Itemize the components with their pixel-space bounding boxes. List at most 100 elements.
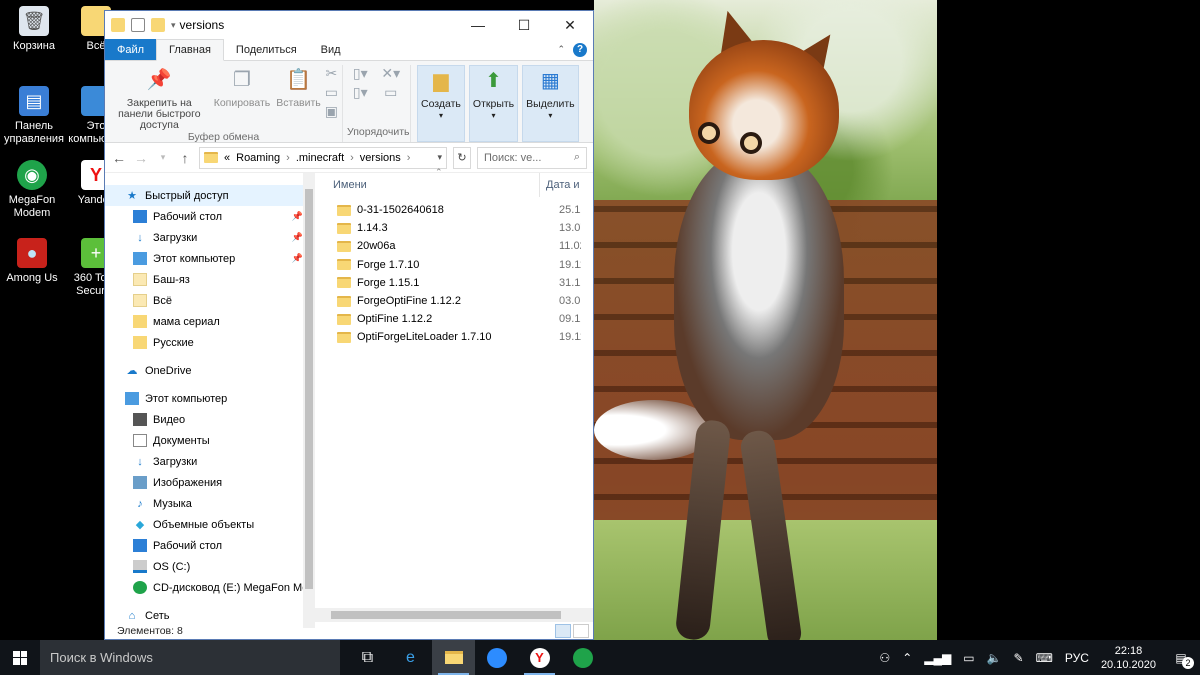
recent-locations-icon[interactable]: ▾ bbox=[155, 152, 171, 163]
nav-item-desktop[interactable]: Рабочий стол 📌 bbox=[105, 206, 315, 227]
customize-toolbar-icon[interactable]: ▾ bbox=[171, 20, 176, 31]
file-row[interactable]: OptiForgeLiteLoader 1.7.10 19.11.2 bbox=[315, 328, 593, 346]
forward-button[interactable]: → bbox=[133, 150, 149, 166]
copy-to-icon[interactable]: ▯▾ bbox=[353, 84, 368, 101]
title-bar[interactable]: ▾ versions — ☐ ✕ bbox=[105, 11, 593, 39]
maximize-button[interactable]: ☐ bbox=[501, 11, 547, 39]
create-button[interactable]: ▆ Создать ▾ bbox=[417, 65, 465, 142]
nav-quick-access[interactable]: ★ Быстрый доступ bbox=[105, 185, 315, 206]
column-name[interactable]: Имени bbox=[315, 173, 540, 197]
select-button[interactable]: ▦ Выделить ▾ bbox=[522, 65, 579, 142]
nav-item-vse[interactable]: Всё bbox=[105, 290, 315, 311]
large-icons-view-button[interactable] bbox=[573, 624, 589, 638]
nav-item-russkie[interactable]: Русские bbox=[105, 332, 315, 353]
nav-scrollbar[interactable] bbox=[303, 173, 315, 628]
file-row[interactable]: 0-31-1502640618 25.12.2 bbox=[315, 201, 593, 219]
help-icon[interactable]: ? bbox=[573, 42, 587, 57]
desktop-icon-among-us[interactable]: ● Among Us bbox=[0, 238, 64, 285]
nav-item-desktop-pc[interactable]: Рабочий стол bbox=[105, 535, 315, 556]
breadcrumb-separator-icon[interactable]: › bbox=[286, 152, 290, 164]
up-button[interactable]: ↑ bbox=[177, 150, 193, 166]
nav-item-bash-yaz[interactable]: Баш-яз bbox=[105, 269, 315, 290]
file-explorer-icon[interactable] bbox=[432, 640, 475, 675]
desktop-icon-megafon[interactable]: ◉ MegaFon Modem bbox=[0, 160, 64, 220]
nav-item-documents[interactable]: Документы bbox=[105, 430, 315, 451]
task-view-icon[interactable]: ⧉ bbox=[346, 640, 389, 675]
nav-item-mama-serial[interactable]: мама сериал bbox=[105, 311, 315, 332]
breadcrumb-overflow[interactable]: « bbox=[224, 152, 230, 164]
back-button[interactable]: ← bbox=[111, 150, 127, 166]
file-row[interactable]: 1.14.3 13.07.2 bbox=[315, 219, 593, 237]
nav-item-cd-drive[interactable]: CD-дисковод (E:) MegaFon Mod bbox=[105, 577, 315, 598]
paste-shortcut-icon[interactable]: ▣ bbox=[325, 103, 338, 120]
properties-icon[interactable] bbox=[131, 18, 145, 32]
zoom-icon[interactable] bbox=[475, 640, 518, 675]
file-row[interactable]: Forge 1.15.1 31.12.2 bbox=[315, 274, 593, 292]
action-center-button[interactable]: ▤ 2 bbox=[1168, 647, 1194, 669]
file-row[interactable]: 20w06a 11.02.2 bbox=[315, 237, 593, 255]
actions-group: ▆ Создать ▾ ⬆ Открыть ▾ ▦ Выделить ▾ bbox=[411, 65, 583, 142]
breadcrumb-separator-icon[interactable]: › bbox=[407, 152, 411, 164]
start-button[interactable] bbox=[0, 640, 40, 675]
show-hidden-icons-icon[interactable]: ⌃ bbox=[902, 651, 912, 665]
minimize-button[interactable]: — bbox=[455, 11, 501, 39]
nav-item-music[interactable]: ♪ Музыка bbox=[105, 493, 315, 514]
copy-button[interactable]: ❐ Копировать bbox=[212, 65, 273, 131]
move-to-icon[interactable]: ▯▾ bbox=[353, 65, 368, 82]
address-history-icon[interactable]: ▾ bbox=[437, 152, 442, 163]
breadcrumb-separator-icon[interactable]: › bbox=[350, 152, 354, 164]
language-indicator[interactable]: РУС bbox=[1065, 651, 1089, 665]
nav-item-video[interactable]: Видео bbox=[105, 409, 315, 430]
file-list-horizontal-scrollbar[interactable] bbox=[315, 608, 593, 622]
clock[interactable]: 22:18 20.10.2020 bbox=[1101, 644, 1156, 672]
pen-workspace-icon[interactable]: ✎ bbox=[1014, 651, 1024, 665]
touch-keyboard-icon[interactable]: ⌨ bbox=[1036, 651, 1053, 665]
cut-icon[interactable]: ✂ bbox=[326, 65, 338, 82]
rename-icon[interactable]: ▭ bbox=[384, 84, 397, 101]
tab-view[interactable]: Вид bbox=[309, 39, 353, 60]
search-input[interactable]: Поиск: ve... ⌕ bbox=[477, 146, 587, 169]
tab-share[interactable]: Поделиться bbox=[224, 39, 309, 60]
downloads-icon: ↓ bbox=[137, 231, 143, 244]
edge-icon[interactable]: e bbox=[389, 640, 432, 675]
refresh-button[interactable]: ↻ bbox=[453, 146, 471, 169]
system-tray: ⚇ ⌃ ▂▄▆ ▭ 🔈 ✎ ⌨ РУС 22:18 20.10.2020 ▤ 2 bbox=[879, 644, 1200, 672]
desktop-icon-control-panel[interactable]: ▤ Панель управления bbox=[2, 86, 66, 146]
taskbar-search[interactable]: Поиск в Windows bbox=[40, 640, 340, 675]
nav-item-os-c[interactable]: OS (C:) bbox=[105, 556, 315, 577]
network-signal-icon[interactable]: ▂▄▆ bbox=[924, 651, 951, 665]
nav-item-downloads[interactable]: ↓ Загрузки 📌 bbox=[105, 227, 315, 248]
people-icon[interactable]: ⚇ bbox=[879, 651, 890, 665]
paste-icon: 📋 bbox=[286, 68, 311, 91]
new-folder-icon[interactable] bbox=[151, 18, 165, 32]
battery-icon[interactable]: ▭ bbox=[963, 651, 974, 665]
nav-item-this-pc-pinned[interactable]: Этот компьютер 📌 bbox=[105, 248, 315, 269]
collapse-ribbon-icon[interactable]: ⌃ bbox=[557, 44, 565, 55]
copy-path-icon[interactable]: ▭ bbox=[325, 84, 338, 101]
desktop-icon-recycle-bin[interactable]: 🗑 Корзина bbox=[2, 6, 66, 53]
tab-home[interactable]: Главная bbox=[156, 39, 224, 61]
delete-icon[interactable]: ✕▾ bbox=[381, 65, 400, 82]
open-button[interactable]: ⬆ Открыть ▾ bbox=[468, 65, 519, 142]
file-row[interactable]: Forge 1.7.10 19.11.2 bbox=[315, 256, 593, 274]
tab-file[interactable]: Файл bbox=[105, 39, 157, 60]
nav-item-downloads-pc[interactable]: ↓ Загрузки bbox=[105, 451, 315, 472]
address-bar[interactable]: « Roaming › .minecraft › versions › ▾ bbox=[199, 146, 447, 169]
close-button[interactable]: ✕ bbox=[547, 11, 593, 39]
nav-onedrive[interactable]: ☁ OneDrive bbox=[105, 360, 315, 381]
yandex-browser-icon[interactable]: Y bbox=[518, 640, 561, 675]
file-row[interactable]: OptiFine 1.12.2 09.12.2 bbox=[315, 310, 593, 328]
breadcrumb-minecraft[interactable]: .minecraft bbox=[296, 152, 344, 164]
file-row[interactable]: ForgeOptiFine 1.12.2 03.01.2 bbox=[315, 292, 593, 310]
column-date[interactable]: Дата и bbox=[540, 179, 580, 191]
megafon-icon[interactable] bbox=[561, 640, 604, 675]
breadcrumb-versions[interactable]: versions bbox=[360, 152, 401, 164]
paste-button[interactable]: 📋 Вставить bbox=[274, 65, 323, 131]
details-view-button[interactable] bbox=[555, 624, 571, 638]
volume-icon[interactable]: 🔈 bbox=[987, 651, 1002, 665]
pin-quick-access-button[interactable]: 📌 Закрепить на панели быстрого доступа bbox=[109, 65, 210, 131]
nav-item-3d-objects[interactable]: ◆ Объемные объекты bbox=[105, 514, 315, 535]
nav-item-images[interactable]: Изображения bbox=[105, 472, 315, 493]
breadcrumb-roaming[interactable]: Roaming bbox=[236, 152, 280, 164]
nav-this-pc[interactable]: Этот компьютер bbox=[105, 388, 315, 409]
